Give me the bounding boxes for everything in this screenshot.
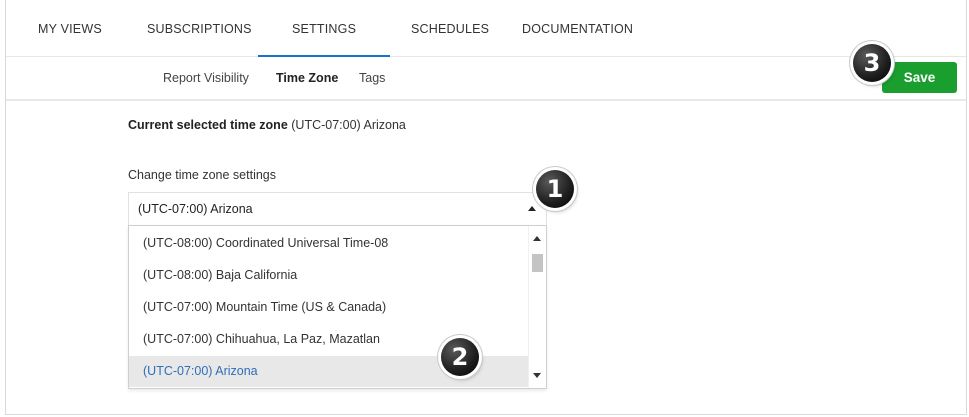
change-time-zone-label: Change time zone settings [128,168,277,182]
current-time-zone: Current selected time zone (UTC-07:00) A… [128,118,406,132]
time-zone-select-value: (UTC-07:00) Arizona [138,202,253,216]
subtab-report-visibility[interactable]: Report Visibility [163,71,249,85]
scroll-up-arrow-icon[interactable] [533,236,541,241]
top-navigation: MY VIEWS SUBSCRIPTIONS SETTINGS SCHEDULE… [6,0,966,57]
tab-subscriptions[interactable]: SUBSCRIPTIONS [147,22,252,56]
tab-schedules[interactable]: SCHEDULES [411,22,489,56]
settings-panel: MY VIEWS SUBSCRIPTIONS SETTINGS SCHEDULE… [5,0,967,415]
time-zone-dropdown-list: (UTC-08:00) Coordinated Universal Time-0… [128,225,547,389]
time-zone-select[interactable]: (UTC-07:00) Arizona [128,192,547,225]
dropdown-scrollbar[interactable] [528,226,546,388]
current-time-zone-label: Current selected time zone [128,118,288,132]
time-zone-option[interactable]: (UTC-08:00) Coordinated Universal Time-0… [129,228,529,259]
time-zone-option[interactable]: (UTC-07:00) Mountain Time (US & Canada) [129,292,529,323]
callout-badge-2: 2 [441,338,479,376]
tab-my-views[interactable]: MY VIEWS [38,22,102,56]
settings-sub-navigation: Report Visibility Time Zone Tags [6,57,966,101]
subtab-time-zone[interactable]: Time Zone [276,71,338,85]
time-zone-option[interactable]: (UTC-08:00) Baja California [129,260,529,291]
scroll-down-arrow-icon[interactable] [533,373,541,378]
save-button[interactable]: Save [882,62,957,93]
callout-badge-3: 3 [853,44,891,82]
callout-badge-1: 1 [536,170,574,208]
tab-settings[interactable]: SETTINGS [257,22,391,57]
subtab-tags[interactable]: Tags [359,71,385,85]
current-time-zone-value: (UTC-07:00) Arizona [291,118,406,132]
scroll-thumb[interactable] [532,254,543,272]
tab-documentation[interactable]: DOCUMENTATION [522,22,633,56]
caret-up-icon[interactable] [528,206,536,211]
